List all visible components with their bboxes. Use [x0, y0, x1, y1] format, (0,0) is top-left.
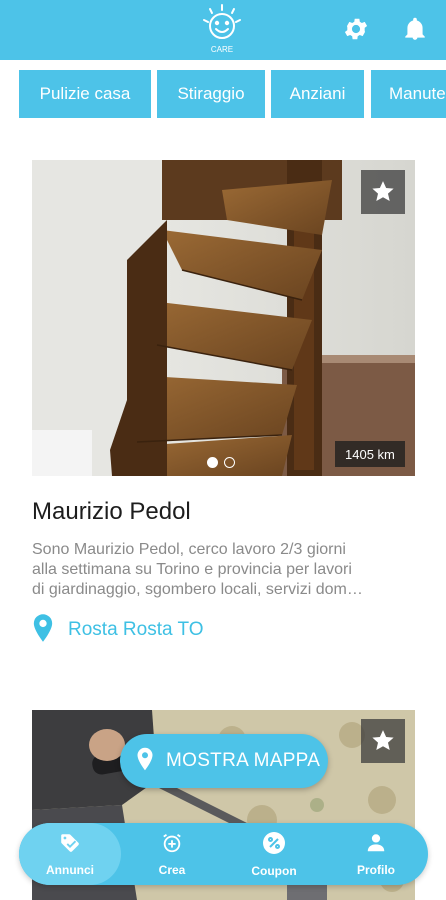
location-text: Rosta Rosta TO: [68, 619, 204, 640]
listing-location: Rosta Rosta TO: [32, 613, 204, 647]
svg-text:CARE: CARE: [211, 45, 233, 54]
favorite-star-icon[interactable]: [361, 170, 405, 214]
chip-anziani[interactable]: Anziani: [271, 70, 364, 118]
nav-coupon[interactable]: Coupon: [223, 823, 325, 885]
description-line: di giardinaggio, sgombero locali, serviz…: [32, 581, 363, 598]
app-logo: CARE: [197, 4, 247, 56]
nav-label: Annunci: [46, 862, 94, 877]
image-pager: [207, 457, 235, 468]
settings-icon[interactable]: [339, 12, 373, 46]
alarm-plus-icon: [161, 832, 183, 859]
nav-label: Coupon: [251, 863, 297, 878]
bottom-nav: Annunci Crea Coupon Profilo: [19, 823, 428, 885]
favorite-star-icon[interactable]: [361, 719, 405, 763]
chip-manutenzione[interactable]: Manutenzione: [371, 70, 446, 118]
bell-icon[interactable]: [398, 12, 432, 46]
chip-stiraggio[interactable]: Stiraggio: [157, 70, 265, 118]
nav-label: Crea: [158, 862, 186, 877]
category-chips: Pulizie casa Stiraggio Anziani Manutenzi…: [0, 70, 446, 118]
pager-dot-active[interactable]: [207, 457, 218, 468]
user-icon: [365, 832, 387, 859]
nav-crea[interactable]: Crea: [121, 823, 223, 885]
app-header: CARE: [0, 0, 446, 60]
map-pin-icon: [136, 747, 154, 776]
distance-badge: 1405 km: [335, 441, 405, 467]
map-pin-icon: [32, 613, 54, 647]
description-line: Sono Maurizio Pedol, cerco lavoro 2/3 gi…: [32, 541, 346, 558]
nav-profilo[interactable]: Profilo: [325, 823, 427, 885]
chip-pulizie-casa[interactable]: Pulizie casa: [19, 70, 151, 118]
listing-description: Sono Maurizio Pedol, cerco lavoro 2/3 gi…: [32, 540, 424, 600]
listing-photo[interactable]: [32, 160, 415, 476]
pager-dot[interactable]: [224, 457, 235, 468]
tag-check-icon: [59, 832, 81, 859]
percent-badge-icon: [262, 831, 286, 860]
nav-annunci[interactable]: Annunci: [19, 823, 121, 885]
description-line: alla settimana su Torino e provincia per…: [32, 561, 352, 578]
show-map-button[interactable]: MOSTRA MAPPA: [120, 734, 328, 788]
show-map-label: MOSTRA MAPPA: [166, 750, 321, 771]
listing-name[interactable]: Maurizio Pedol: [32, 498, 191, 526]
nav-label: Profilo: [357, 862, 395, 877]
